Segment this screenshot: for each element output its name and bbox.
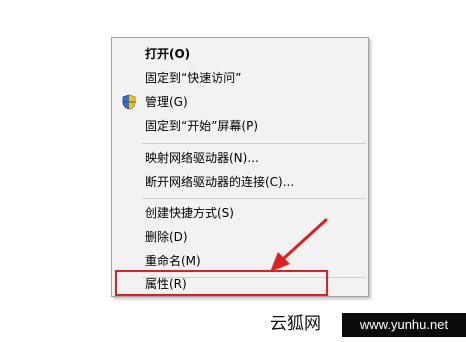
menu-item-label: 固定到“开始”屏幕(P) <box>145 119 259 133</box>
menu-item-manage[interactable]: 管理(G) <box>112 90 368 114</box>
uac-shield-icon <box>122 94 136 110</box>
menu-item-label: 打开(O) <box>145 47 191 61</box>
watermark-url: www.yunhu.net <box>342 313 466 337</box>
menu-item-disconnect-network-drive[interactable]: 断开网络驱动器的连接(C)... <box>112 170 368 194</box>
menu-item-open[interactable]: 打开(O) <box>112 42 368 66</box>
menu-item-label: 管理(G) <box>145 95 188 109</box>
menu-separator <box>142 198 366 199</box>
annotation-arrow-icon <box>270 218 328 272</box>
menu-item-label: 创建快捷方式(S) <box>145 206 234 220</box>
menu-item-label: 映射网络驱动器(N)... <box>145 151 259 165</box>
menu-separator <box>142 143 366 144</box>
menu-item-pin-start[interactable]: 固定到“开始”屏幕(P) <box>112 114 368 138</box>
menu-item-label: 固定到“快速访问” <box>145 71 242 85</box>
watermark-site-name: 云狐网 <box>270 314 321 334</box>
menu-item-map-network-drive[interactable]: 映射网络驱动器(N)... <box>112 146 368 170</box>
menu-item-label: 断开网络驱动器的连接(C)... <box>145 175 295 189</box>
menu-item-pin-quick-access[interactable]: 固定到“快速访问” <box>112 66 368 90</box>
menu-item-label: 删除(D) <box>145 230 188 244</box>
